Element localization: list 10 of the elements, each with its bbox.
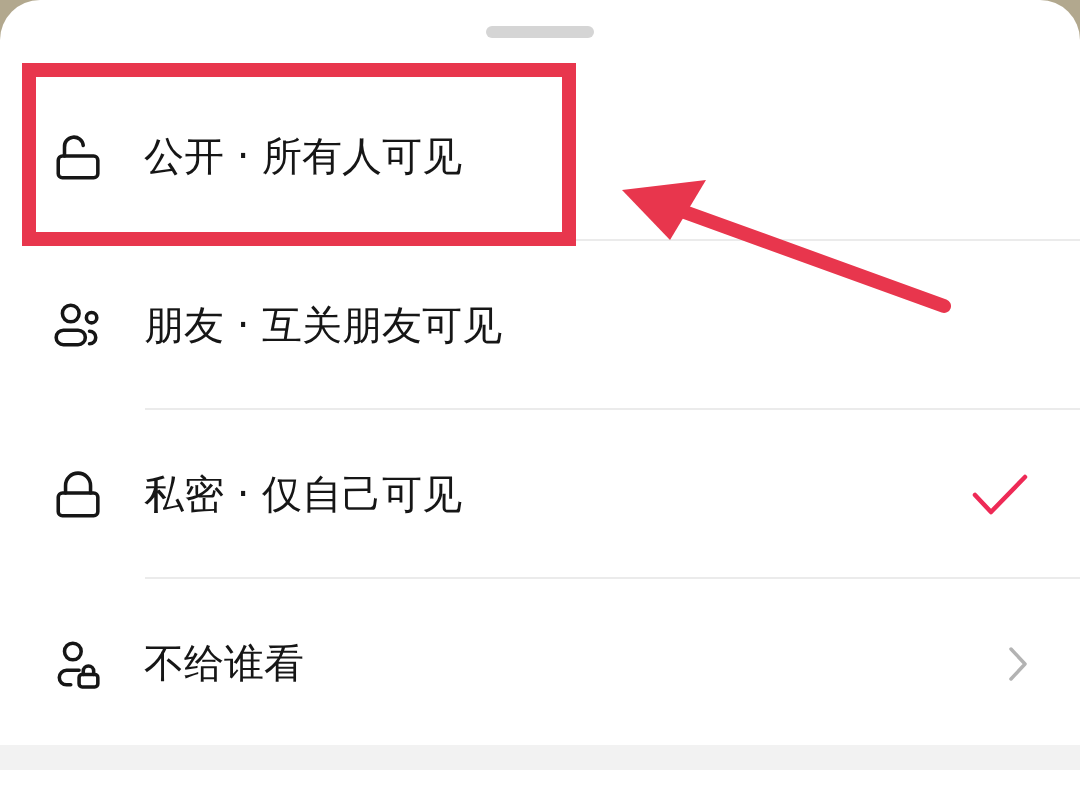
drag-handle[interactable] [486,26,594,38]
privacy-option[interactable]: 私密 · 仅自己可见 [0,410,1080,579]
chevron-right-icon [1008,645,1028,682]
option-label: 不给谁看 [144,639,305,688]
privacy-option[interactable]: 朋友 · 互关朋友可见 [0,241,1080,410]
option-label: 私密 · 仅自己可见 [144,470,464,519]
option-label: 朋友 · 互关朋友可见 [144,301,504,350]
option-label: 公开 · 所有人可见 [144,132,464,181]
checkmark-icon [972,472,1028,517]
privacy-option[interactable]: 不给谁看 [0,579,1080,748]
